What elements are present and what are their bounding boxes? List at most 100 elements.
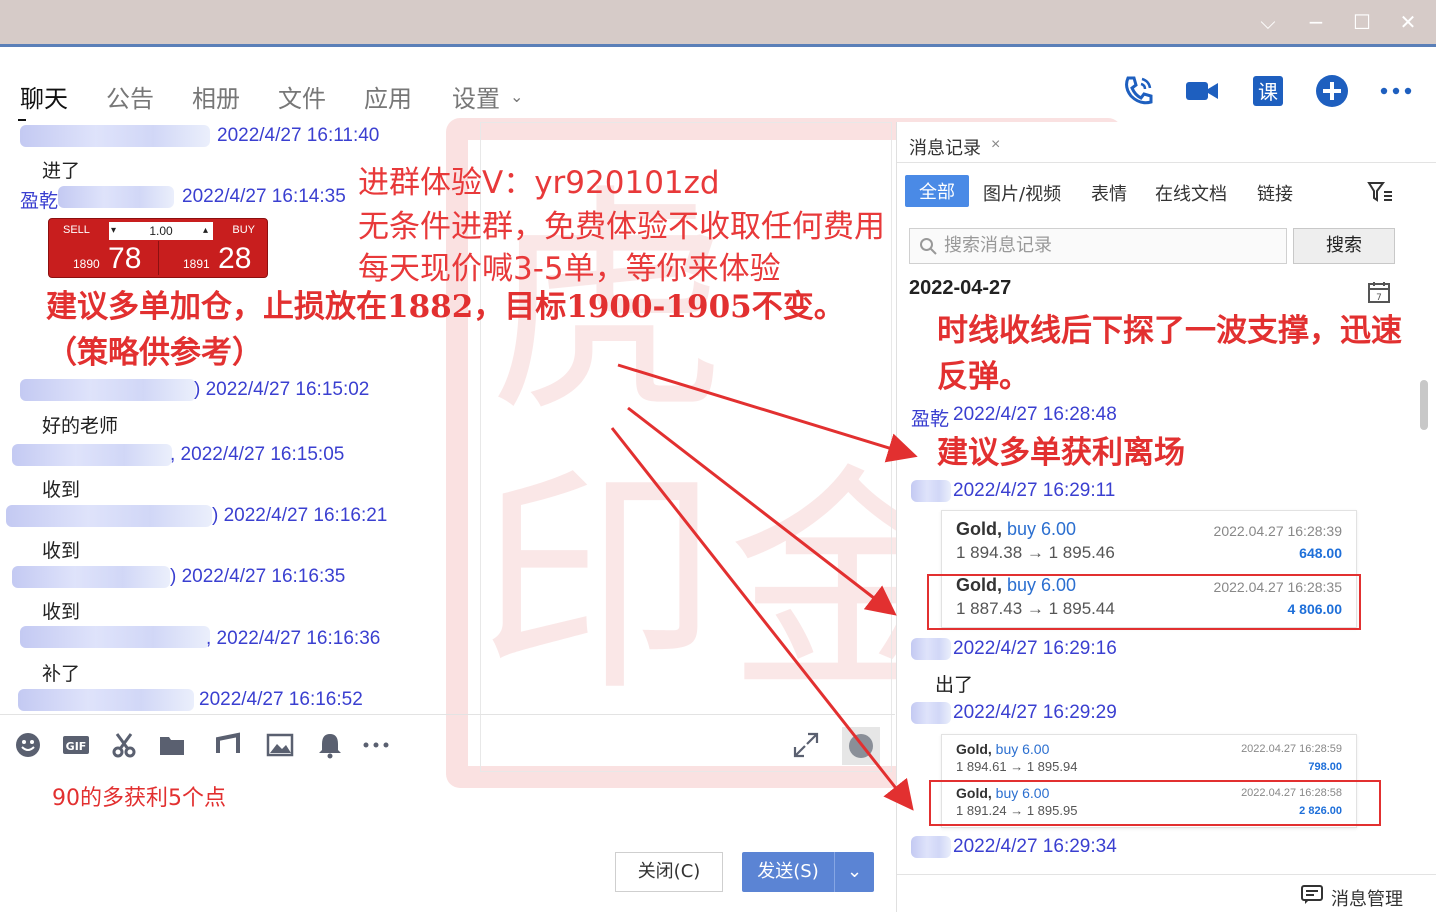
sell-price-pips: 78	[108, 242, 142, 275]
message-text: 收到	[42, 601, 81, 623]
sender-avatar-blur	[911, 638, 951, 660]
send-options-chevron-icon[interactable]: ⌄	[834, 852, 874, 892]
title-bar: ⌵ − ☐ ✕	[0, 0, 1436, 44]
screenshot-scissors-icon[interactable]	[110, 731, 138, 759]
history-tab-media[interactable]: 图片/视频	[983, 180, 1061, 206]
more-icon[interactable]	[1378, 73, 1414, 109]
minimize-icon[interactable]: −	[1302, 8, 1330, 36]
search-icon	[920, 238, 937, 255]
history-title: 消息记录	[909, 138, 981, 159]
buy-price-pips: 28	[218, 242, 252, 275]
send-button[interactable]: 发送(S) ⌄	[742, 852, 874, 892]
phone-icon[interactable]	[1120, 73, 1156, 109]
promo-line: 每天现价喊3-5单，等你来体验	[358, 251, 781, 287]
order-symbol: Gold,	[956, 519, 1002, 539]
history-tab-stickers[interactable]: 表情	[1091, 180, 1127, 206]
expand-icon[interactable]	[792, 731, 820, 759]
message-time: 2022/4/27 16:14:35	[182, 186, 346, 207]
qty-down-icon[interactable]: ▾	[111, 222, 116, 240]
sender-avatar-blur	[911, 836, 951, 858]
folder-icon[interactable]	[158, 731, 186, 759]
tab-settings[interactable]: 设置	[452, 79, 500, 114]
sender-avatar-blur	[20, 626, 210, 648]
gif-icon[interactable]: GIF	[62, 731, 90, 759]
order-row: Gold, buy 6.00 1 894.61 → 1 895.94 2022.…	[942, 739, 1358, 781]
message-time: 2022/4/27 16:29:16	[953, 638, 1117, 659]
filter-icon[interactable]	[1367, 180, 1393, 204]
message-history-panel: 消息记录 × 全部 图片/视频 表情 在线文档 链接 搜索消息记录 搜索 202…	[896, 122, 1436, 912]
chevron-down-icon[interactable]: ⌵	[1254, 8, 1282, 36]
svg-text:GIF: GIF	[66, 740, 87, 753]
history-search-button[interactable]: 搜索	[1293, 228, 1395, 264]
message-text: 进了	[42, 160, 81, 182]
video-icon[interactable]	[1184, 73, 1220, 109]
history-search-input[interactable]: 搜索消息记录	[909, 228, 1287, 264]
advice-text: 建议多单加仓，止损放在1882，目标1900-1905不变。（策略供参考）	[46, 289, 845, 371]
tab-chat[interactable]: 聊天	[20, 79, 68, 114]
message-time: 2022/4/27 16:16:52	[199, 689, 363, 710]
history-tab-docs[interactable]: 在线文档	[1155, 180, 1227, 206]
order-time: 2022.04.27 16:28:39	[1213, 523, 1342, 539]
calendar-icon[interactable]: 7	[1367, 280, 1391, 304]
more-tools-icon[interactable]	[362, 731, 390, 759]
message-time: , 2022/4/27 16:15:05	[170, 444, 345, 465]
music-icon[interactable]	[214, 731, 242, 759]
close-button[interactable]: 关闭(C)	[615, 852, 723, 892]
close-icon[interactable]: ✕	[1394, 8, 1422, 36]
bell-icon[interactable]	[316, 731, 344, 759]
order-profit: 798.00	[1308, 761, 1342, 773]
message-time: ) 2022/4/27 16:16:21	[212, 505, 388, 526]
qty-up-icon[interactable]: ▴	[203, 222, 208, 240]
trade-widget[interactable]: SELL ▾ 1.00 ▴ BUY 1890 78 1891 28	[48, 218, 268, 278]
input-toolbar: GIF	[0, 714, 895, 774]
buy-price[interactable]: 1891 28	[183, 243, 251, 280]
history-tab-links[interactable]: 链接	[1257, 180, 1293, 206]
tab-announcement[interactable]: 公告	[106, 79, 154, 114]
sell-price-big: 1890	[73, 257, 100, 271]
message-time: 2022/4/27 16:29:11	[953, 480, 1116, 501]
order-symbol: Gold,	[956, 741, 992, 757]
message-time: 2022/4/27 16:28:48	[953, 404, 1117, 425]
add-icon[interactable]	[1314, 73, 1350, 109]
tab-files[interactable]: 文件	[278, 79, 326, 114]
history-advice: 建议多单获利离场	[937, 435, 1185, 471]
sell-label[interactable]: SELL	[63, 224, 90, 236]
message-manage-label[interactable]: 消息管理	[1331, 885, 1403, 911]
order-prices: 1 894.38 → 1 895.46	[956, 543, 1115, 562]
order-side: buy 6.00	[995, 741, 1050, 757]
history-tabs: 全部 图片/视频 表情 在线文档 链接	[897, 172, 1417, 212]
order-side: buy 6.00	[1007, 519, 1077, 539]
history-tab-all[interactable]: 全部	[905, 175, 969, 207]
tab-underline	[18, 119, 26, 121]
sender-avatar-blur	[20, 379, 196, 401]
sender-avatar-blur	[58, 186, 174, 208]
image-icon[interactable]	[266, 731, 294, 759]
buy-label[interactable]: BUY	[232, 224, 255, 236]
send-button-label[interactable]: 发送(S)	[742, 852, 834, 892]
highlight-box	[927, 574, 1361, 630]
sender-avatar-blur	[18, 689, 194, 711]
order-row: Gold, buy 6.00 1 894.38 → 1 895.46 2022.…	[942, 517, 1358, 569]
sell-price[interactable]: 1890 78	[73, 243, 141, 280]
message-manage-icon[interactable]	[1301, 885, 1323, 905]
message-input[interactable]: 90的多获利5个点	[52, 780, 226, 812]
tab-apps[interactable]: 应用	[364, 79, 412, 114]
message-text: 收到	[42, 479, 81, 501]
sender-avatar-blur	[20, 125, 210, 147]
order-time: 2022.04.27 16:28:59	[1241, 743, 1342, 755]
sender-avatar-blur	[911, 480, 951, 502]
maximize-icon[interactable]: ☐	[1348, 8, 1376, 36]
qty-field[interactable]: 1.00	[109, 222, 213, 240]
sender-avatar-blur	[911, 702, 951, 724]
order-prices: 1 894.61 → 1 895.94	[956, 759, 1078, 774]
course-icon[interactable]: 课	[1250, 73, 1286, 109]
message-text: 出了	[935, 674, 974, 696]
scrollbar-thumb[interactable]	[1420, 380, 1428, 430]
voice-button[interactable]	[842, 727, 880, 765]
sender-avatar-blur	[12, 566, 170, 588]
tab-album[interactable]: 相册	[192, 79, 240, 114]
history-close-icon[interactable]: ×	[991, 136, 1000, 154]
emoji-icon[interactable]	[14, 731, 42, 759]
settings-chevron-icon[interactable]: ⌄	[510, 87, 523, 106]
message-time: 2022/4/27 16:29:34	[953, 836, 1117, 857]
